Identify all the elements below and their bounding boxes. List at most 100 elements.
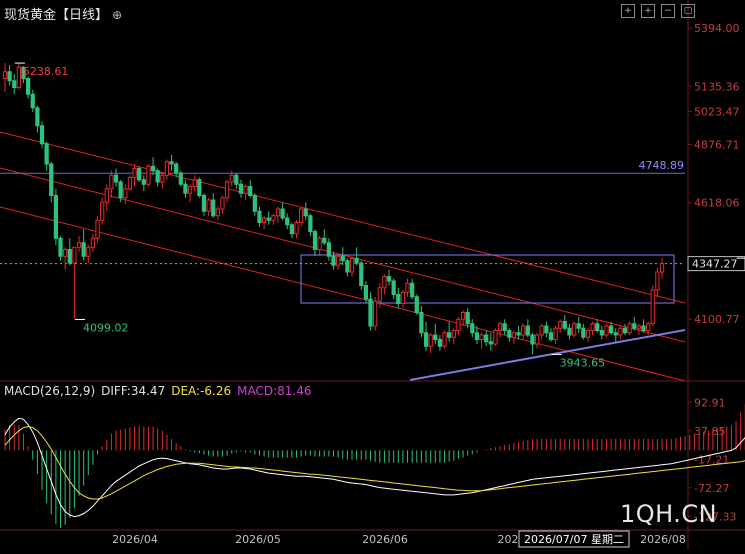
candle-body[interactable] xyxy=(535,335,538,344)
candle-body[interactable] xyxy=(387,277,390,282)
candle-body[interactable] xyxy=(383,277,386,288)
candle-body[interactable] xyxy=(651,290,654,324)
candle-body[interactable] xyxy=(341,256,344,261)
candle-body[interactable] xyxy=(313,232,316,250)
candle-body[interactable] xyxy=(397,295,400,304)
candle-body[interactable] xyxy=(161,175,164,182)
candle-body[interactable] xyxy=(438,340,441,347)
candle-body[interactable] xyxy=(40,126,43,144)
candle-body[interactable] xyxy=(406,283,409,292)
candle-body[interactable] xyxy=(355,259,358,264)
candle-body[interactable] xyxy=(281,209,284,218)
candle-body[interactable] xyxy=(559,322,562,329)
candle-body[interactable] xyxy=(346,261,349,272)
candle-body[interactable] xyxy=(660,264,663,272)
candle-body[interactable] xyxy=(448,333,451,338)
candle-body[interactable] xyxy=(133,169,136,178)
candle-body[interactable] xyxy=(17,67,20,87)
candle-body[interactable] xyxy=(105,189,108,203)
candle-body[interactable] xyxy=(165,162,168,176)
zoom-in-icon[interactable]: + xyxy=(641,4,655,18)
candle-body[interactable] xyxy=(364,286,367,300)
candle-body[interactable] xyxy=(337,256,340,265)
candle-body[interactable] xyxy=(369,299,372,326)
candle-body[interactable] xyxy=(31,94,34,108)
candle-body[interactable] xyxy=(485,335,488,342)
candle-body[interactable] xyxy=(475,333,478,340)
candle-body[interactable] xyxy=(138,169,141,180)
candle-body[interactable] xyxy=(452,331,455,338)
candle-body[interactable] xyxy=(64,250,67,257)
candle-body[interactable] xyxy=(202,196,205,212)
candle-body[interactable] xyxy=(582,328,585,337)
candle-body[interactable] xyxy=(114,175,117,182)
candle-body[interactable] xyxy=(309,216,312,232)
candle-body[interactable] xyxy=(327,243,330,257)
candle-body[interactable] xyxy=(170,162,173,164)
candle-body[interactable] xyxy=(401,292,404,303)
candle-body[interactable] xyxy=(124,189,127,198)
candle-body[interactable] xyxy=(3,72,6,79)
candle-body[interactable] xyxy=(184,184,187,193)
timeframe-label[interactable]: 【日线】 xyxy=(56,8,108,23)
candle-body[interactable] xyxy=(623,328,626,333)
candle-body[interactable] xyxy=(290,225,293,234)
candle-body[interactable] xyxy=(332,256,335,265)
candle-body[interactable] xyxy=(420,313,423,333)
candle-body[interactable] xyxy=(295,223,298,234)
candle-body[interactable] xyxy=(253,196,256,212)
candle-body[interactable] xyxy=(489,342,492,344)
price-chart[interactable]: 5394.005135.365023.474876.714618.064359.… xyxy=(0,0,745,550)
candle-body[interactable] xyxy=(392,281,395,295)
crosshair-icon[interactable]: + xyxy=(621,4,635,18)
chart-stage[interactable]: 5394.005135.365023.474876.714618.064359.… xyxy=(0,0,745,550)
candle-body[interactable] xyxy=(517,333,520,335)
candle-body[interactable] xyxy=(230,175,233,182)
candle-body[interactable] xyxy=(91,238,94,247)
candle-body[interactable] xyxy=(512,333,515,338)
candle-body[interactable] xyxy=(45,144,48,164)
candle-body[interactable] xyxy=(508,331,511,338)
candle-body[interactable] xyxy=(73,247,76,263)
candle-body[interactable] xyxy=(374,301,377,326)
candle-body[interactable] xyxy=(36,108,39,126)
candle-body[interactable] xyxy=(239,184,242,193)
candle-body[interactable] xyxy=(323,238,326,243)
candle-body[interactable] xyxy=(77,243,80,248)
candle-body[interactable] xyxy=(216,209,219,216)
candle-body[interactable] xyxy=(207,200,210,211)
candle-body[interactable] xyxy=(142,180,145,185)
candle-body[interactable] xyxy=(424,333,427,347)
candle-body[interactable] xyxy=(633,324,636,329)
candle-body[interactable] xyxy=(350,259,353,273)
candle-body[interactable] xyxy=(156,171,159,182)
candle-body[interactable] xyxy=(628,324,631,333)
candle-body[interactable] xyxy=(110,175,113,189)
candle-body[interactable] xyxy=(258,211,261,222)
candle-body[interactable] xyxy=(526,326,529,335)
candle-body[interactable] xyxy=(642,326,645,331)
candle-body[interactable] xyxy=(360,263,363,286)
candle-body[interactable] xyxy=(262,218,265,223)
candle-body[interactable] xyxy=(304,209,307,216)
candle-body[interactable] xyxy=(480,335,483,340)
candle-body[interactable] xyxy=(415,297,418,313)
fullscreen-icon[interactable]: ▢ xyxy=(681,4,695,18)
candle-body[interactable] xyxy=(50,164,53,196)
candle-body[interactable] xyxy=(318,238,321,249)
candle-body[interactable] xyxy=(286,218,289,225)
candle-body[interactable] xyxy=(656,272,659,290)
candle-body[interactable] xyxy=(540,326,543,335)
candle-body[interactable] xyxy=(596,324,599,331)
candle-body[interactable] xyxy=(13,81,16,88)
candle-body[interactable] xyxy=(244,187,247,194)
candle-body[interactable] xyxy=(188,187,191,194)
candle-body[interactable] xyxy=(577,324,580,329)
candle-body[interactable] xyxy=(411,283,414,297)
zoom-out-icon[interactable]: − xyxy=(661,4,675,18)
candle-body[interactable] xyxy=(545,326,548,333)
candle-body[interactable] xyxy=(267,218,270,220)
candle-body[interactable] xyxy=(609,326,612,333)
candle-body[interactable] xyxy=(151,166,154,171)
candle-body[interactable] xyxy=(522,326,525,335)
